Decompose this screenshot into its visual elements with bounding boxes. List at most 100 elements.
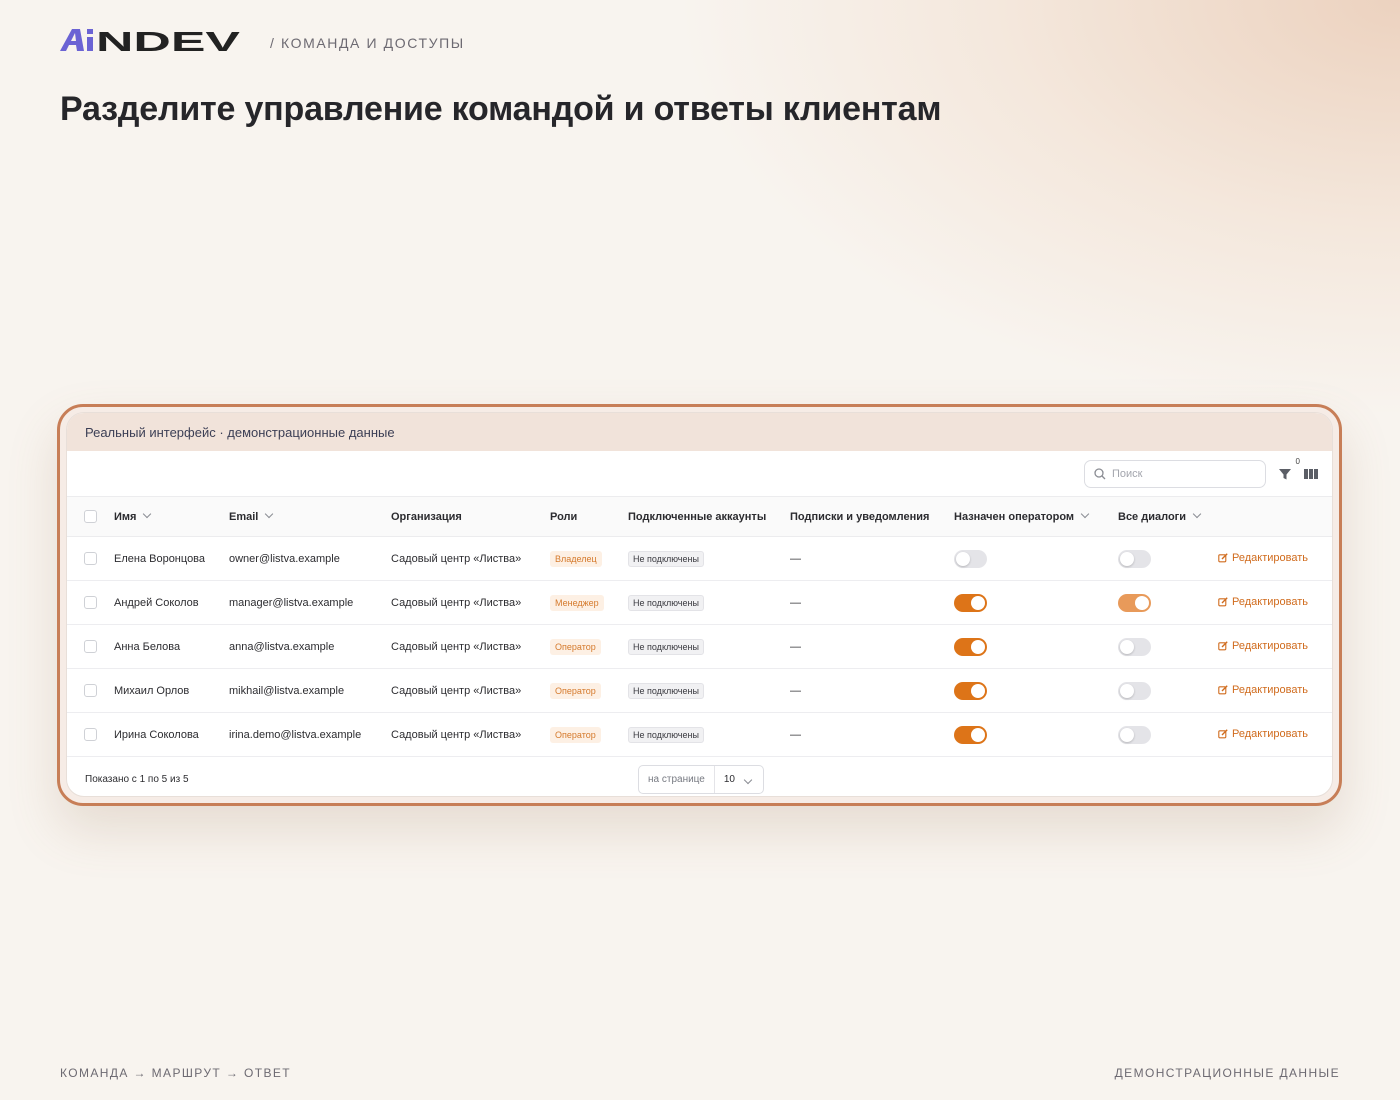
accounts-badge: Не подключены: [628, 594, 704, 611]
edit-label: Редактировать: [1232, 727, 1308, 740]
edit-icon: [1218, 684, 1228, 694]
chevron-down-icon: [1192, 509, 1202, 518]
accounts-badge: Не подключены: [628, 682, 704, 699]
user-email: mikhail@listva.example: [229, 684, 345, 697]
edit-icon: [1218, 728, 1228, 738]
card-caption: Реальный интерфейс · демонстрационные да…: [67, 413, 1332, 451]
column-header-organization: Организация: [391, 510, 462, 523]
user-organization: Садовый центр «Листва»: [391, 684, 522, 697]
edit-link[interactable]: Редактировать: [1218, 684, 1308, 696]
subscriptions-value: —: [790, 684, 801, 697]
subscriptions-value: —: [790, 552, 801, 565]
column-header-name[interactable]: Имя: [114, 497, 229, 537]
search-box[interactable]: [1084, 459, 1266, 488]
role-badge: Оператор: [550, 726, 601, 743]
edit-icon: [1218, 552, 1228, 562]
demo-frame: Реальный интерфейс · демонстрационные да…: [57, 404, 1342, 806]
aindev-logo[interactable]: NDEV: [60, 27, 242, 55]
edit-link[interactable]: Редактировать: [1218, 552, 1308, 564]
all-dialogs-toggle[interactable]: [1118, 681, 1151, 700]
page-title: Разделите управление командой и ответы к…: [60, 90, 942, 128]
user-name: Анна Белова: [114, 640, 181, 653]
all-dialogs-toggle[interactable]: [1118, 593, 1151, 612]
chevron-down-icon: [143, 509, 152, 518]
search-input[interactable]: [1112, 467, 1252, 480]
edit-link[interactable]: Редактировать: [1218, 596, 1308, 608]
edit-label: Редактировать: [1232, 595, 1308, 608]
table-row: Ирина Соколова irina.demo@listva.example С…: [67, 713, 1332, 757]
all-dialogs-toggle[interactable]: [1118, 637, 1151, 656]
columns-button[interactable]: [1304, 468, 1318, 480]
user-organization: Садовый центр «Листва»: [391, 596, 522, 609]
breadcrumb: / КОМАНДА И ДОСТУПЫ: [270, 34, 465, 51]
column-header-subscriptions: Подписки и уведомления: [790, 510, 930, 523]
team-table: Имя Email Организация Роли Подключенные …: [67, 496, 1332, 757]
subscriptions-value: —: [790, 728, 801, 741]
table-header-row: Имя Email Организация Роли Подключенные …: [67, 496, 1332, 537]
select-all-checkbox[interactable]: [84, 510, 97, 523]
edit-link[interactable]: Редактировать: [1218, 728, 1308, 740]
column-header-accounts: Подключенные аккаунты: [628, 510, 767, 523]
column-header-roles: Роли: [550, 510, 578, 523]
row-checkbox[interactable]: [84, 596, 97, 609]
subscriptions-value: —: [790, 596, 801, 609]
row-checkbox[interactable]: [84, 552, 97, 565]
filter-icon: [1279, 468, 1291, 479]
user-email: anna@listva.example: [229, 640, 335, 653]
user-organization: Садовый центр «Листва»: [391, 552, 522, 565]
search-icon: [1094, 467, 1106, 479]
row-checkbox[interactable]: [84, 728, 97, 741]
table-row: Елена Воронцова owner@listva.example Садов…: [67, 537, 1332, 581]
edit-icon: [1218, 596, 1228, 606]
table-row: Анна Белова anna@listva.example Садовый це…: [67, 625, 1332, 669]
operator-toggle[interactable]: [954, 681, 987, 700]
per-page-select[interactable]: 10: [715, 774, 763, 785]
columns-icon: [1304, 468, 1318, 479]
edit-icon: [1218, 640, 1228, 650]
role-badge: Оператор: [550, 638, 601, 655]
user-organization: Садовый центр «Листва»: [391, 728, 522, 741]
chevron-down-icon: [1080, 509, 1090, 518]
chevron-down-icon: [743, 775, 753, 784]
all-dialogs-toggle[interactable]: [1118, 549, 1151, 568]
header: NDEV / КОМАНДА И ДОСТУПЫ: [60, 26, 465, 56]
column-header-email[interactable]: Email: [229, 497, 391, 537]
table-row: Андрей Соколов manager@listva.example Садо…: [67, 581, 1332, 625]
user-organization: Садовый центр «Листва»: [391, 640, 522, 653]
filter-count-badge: 0: [1295, 456, 1300, 466]
all-dialogs-toggle[interactable]: [1118, 725, 1151, 744]
user-name: Елена Воронцова: [114, 552, 206, 565]
edit-label: Редактировать: [1232, 683, 1308, 696]
user-email: irina.demo@listva.example: [229, 728, 362, 741]
accounts-badge: Не подключены: [628, 638, 704, 655]
row-checkbox[interactable]: [84, 684, 97, 697]
footer-flow: КОМАНДА → МАРШРУТ → ОТВЕТ: [60, 1066, 292, 1080]
table-row: Михаил Орлов mikhail@listva.example Садовы…: [67, 669, 1332, 713]
operator-toggle[interactable]: [954, 637, 987, 656]
operator-toggle[interactable]: [954, 549, 987, 568]
edit-link[interactable]: Редактировать: [1218, 640, 1308, 652]
per-page-selector[interactable]: на странице 10: [638, 765, 764, 794]
edit-label: Редактировать: [1232, 551, 1308, 564]
chevron-down-icon: [265, 509, 274, 518]
column-header-all-dialogs[interactable]: Все диалоги: [1118, 497, 1218, 537]
user-email: owner@listva.example: [229, 552, 340, 565]
operator-toggle[interactable]: [954, 593, 987, 612]
subscriptions-value: —: [790, 640, 801, 653]
role-badge: Владелец: [550, 550, 602, 567]
footer-demo-note: ДЕМОНСТРАЦИОННЫЕ ДАННЫЕ: [1114, 1066, 1340, 1080]
user-email: manager@listva.example: [229, 596, 354, 609]
filter-button[interactable]: 0: [1278, 457, 1300, 481]
user-name: Ирина Соколова: [114, 728, 199, 741]
row-checkbox[interactable]: [84, 640, 97, 653]
accounts-badge: Не подключены: [628, 550, 704, 567]
edit-label: Редактировать: [1232, 639, 1308, 652]
operator-toggle[interactable]: [954, 725, 987, 744]
role-badge: Оператор: [550, 682, 601, 699]
role-badge: Менеджер: [550, 594, 604, 611]
column-header-operator[interactable]: Назначен оператором: [954, 497, 1118, 537]
user-name: Андрей Соколов: [114, 596, 199, 609]
table-toolbar: 0: [67, 451, 1332, 496]
team-table-card: Реальный интерфейс · демонстрационные да…: [66, 412, 1333, 797]
per-page-label: на странице: [639, 766, 715, 793]
